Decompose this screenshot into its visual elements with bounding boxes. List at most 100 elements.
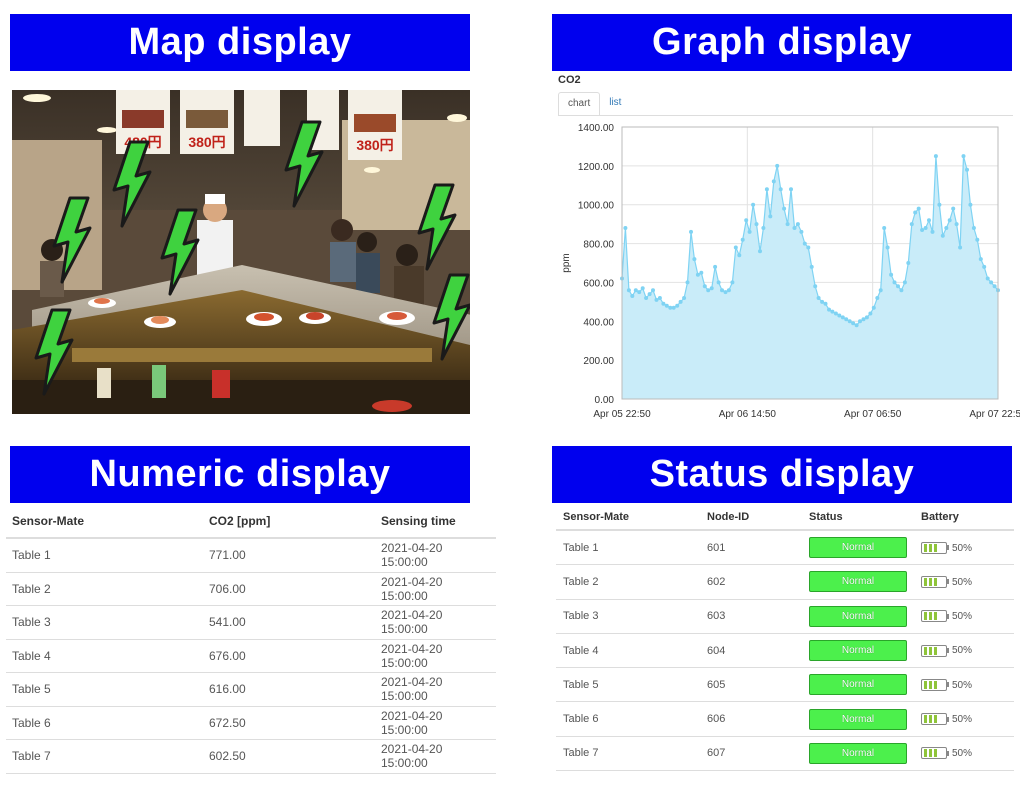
sensor-link[interactable]: Table 6 xyxy=(556,701,700,737)
data-point xyxy=(740,237,745,242)
sensor-link[interactable]: Table 3 xyxy=(6,605,203,640)
data-point xyxy=(930,229,935,234)
sensor-link[interactable]: Table 1 xyxy=(6,538,203,573)
data-point xyxy=(751,202,756,207)
data-point xyxy=(702,284,707,289)
battery-level: 50% xyxy=(952,611,973,623)
table-row: Table 1 771.00 2021-04-20 15:00:00 xyxy=(6,538,496,573)
table-row: Table 6 672.50 2021-04-20 15:00:00 xyxy=(6,706,496,740)
status-badge[interactable]: Normal xyxy=(809,605,907,627)
data-point xyxy=(989,280,994,285)
battery-icon xyxy=(921,678,952,691)
data-point xyxy=(782,206,787,211)
sensor-link[interactable]: Table 4 xyxy=(6,639,203,673)
data-point xyxy=(968,202,973,207)
data-point xyxy=(678,299,683,304)
data-point xyxy=(878,288,883,293)
status-badge[interactable]: Normal xyxy=(809,640,907,662)
y-tick-label: 400.00 xyxy=(583,317,614,328)
data-point xyxy=(847,319,852,324)
table-header-row: Sensor-Mate Node-ID Status Battery xyxy=(556,505,1014,531)
data-point xyxy=(954,222,959,227)
data-point xyxy=(692,257,697,262)
y-tick-label: 200.00 xyxy=(583,356,614,367)
data-point xyxy=(785,222,790,227)
data-point xyxy=(792,226,797,230)
data-point xyxy=(882,226,887,230)
sensor-link[interactable]: Table 5 xyxy=(556,667,700,703)
column-header: CO2 [ppm] xyxy=(203,505,375,539)
data-point xyxy=(944,226,949,230)
sensor-link[interactable]: Table 3 xyxy=(556,599,700,634)
data-point xyxy=(726,288,731,293)
data-point xyxy=(958,245,963,250)
battery-cell: 50% xyxy=(914,633,1014,669)
node-id: 606 xyxy=(700,701,802,737)
column-header: Sensing time xyxy=(375,505,496,539)
battery-cell: 50% xyxy=(914,667,1014,703)
data-point xyxy=(637,290,642,295)
sensor-link[interactable]: Table 4 xyxy=(556,633,700,669)
x-tick-label: Apr 07 06:50 xyxy=(844,409,902,420)
data-point xyxy=(789,187,793,192)
sensor-link[interactable]: Table 1 xyxy=(556,530,700,566)
sensor-link[interactable]: Table 7 xyxy=(556,736,700,772)
table-row: Table 3 603 Normal 50% xyxy=(556,599,1014,634)
column-header: Status xyxy=(802,505,914,531)
x-tick-label: Apr 06 14:50 xyxy=(719,409,777,420)
data-point xyxy=(937,202,942,207)
data-point xyxy=(923,226,928,230)
data-point xyxy=(747,229,752,234)
battery-icon xyxy=(921,747,952,760)
table-row: Table 1 601 Normal 50% xyxy=(556,530,1014,566)
sensing-time: 2021-04-20 15:00:00 xyxy=(375,706,496,740)
battery-cell: 50% xyxy=(914,599,1014,634)
status-badge[interactable]: Normal xyxy=(809,708,907,730)
tab-chart[interactable]: chart xyxy=(558,92,601,116)
data-point xyxy=(827,307,831,312)
menu-sign-price: 380円 xyxy=(356,137,393,153)
data-point xyxy=(933,154,938,159)
battery-cell: 50% xyxy=(914,736,1014,772)
data-point xyxy=(771,179,776,184)
data-point xyxy=(630,294,635,298)
status-badge[interactable]: Normal xyxy=(809,571,907,593)
graph-tabs: chart list xyxy=(558,92,630,116)
map-display-banner: Map display xyxy=(10,14,470,71)
column-header: Sensor-Mate xyxy=(6,505,203,539)
tab-list[interactable]: list xyxy=(600,92,630,116)
table-row: Table 7 602.50 2021-04-20 15:00:00 xyxy=(6,739,496,774)
data-point xyxy=(906,261,911,265)
status-cell: Normal xyxy=(802,667,914,703)
graph-title: CO2 xyxy=(558,74,581,86)
data-point xyxy=(709,286,714,291)
data-point xyxy=(623,226,628,230)
sensor-link[interactable]: Table 2 xyxy=(6,572,203,606)
node-id: 603 xyxy=(700,599,802,634)
menu-sign: 380円 xyxy=(348,90,402,160)
battery-level: 50% xyxy=(952,748,973,760)
data-point xyxy=(851,321,856,326)
co2-value: 676.00 xyxy=(203,639,375,673)
table-row: Table 3 541.00 2021-04-20 15:00:00 xyxy=(6,605,496,640)
node-id: 604 xyxy=(700,633,802,669)
menu-sign: 380円 xyxy=(180,90,234,154)
status-badge[interactable]: Normal xyxy=(809,742,907,764)
data-point xyxy=(913,210,918,215)
data-point xyxy=(992,284,997,289)
status-badge[interactable]: Normal xyxy=(809,537,907,559)
table-row: Table 4 604 Normal 50% xyxy=(556,633,1014,669)
data-point xyxy=(975,237,980,242)
menu-sign-price: 380円 xyxy=(188,134,225,150)
data-point xyxy=(830,309,835,314)
sensor-link[interactable]: Table 2 xyxy=(556,564,700,600)
data-point xyxy=(685,280,690,285)
node-id: 601 xyxy=(700,530,802,566)
data-point xyxy=(892,280,897,285)
status-badge[interactable]: Normal xyxy=(809,674,907,696)
sensor-link[interactable]: Table 5 xyxy=(6,672,203,707)
table-row: Table 4 676.00 2021-04-20 15:00:00 xyxy=(6,639,496,673)
data-point xyxy=(761,226,766,230)
sensor-link[interactable]: Table 6 xyxy=(6,706,203,740)
sensor-link[interactable]: Table 7 xyxy=(6,739,203,774)
